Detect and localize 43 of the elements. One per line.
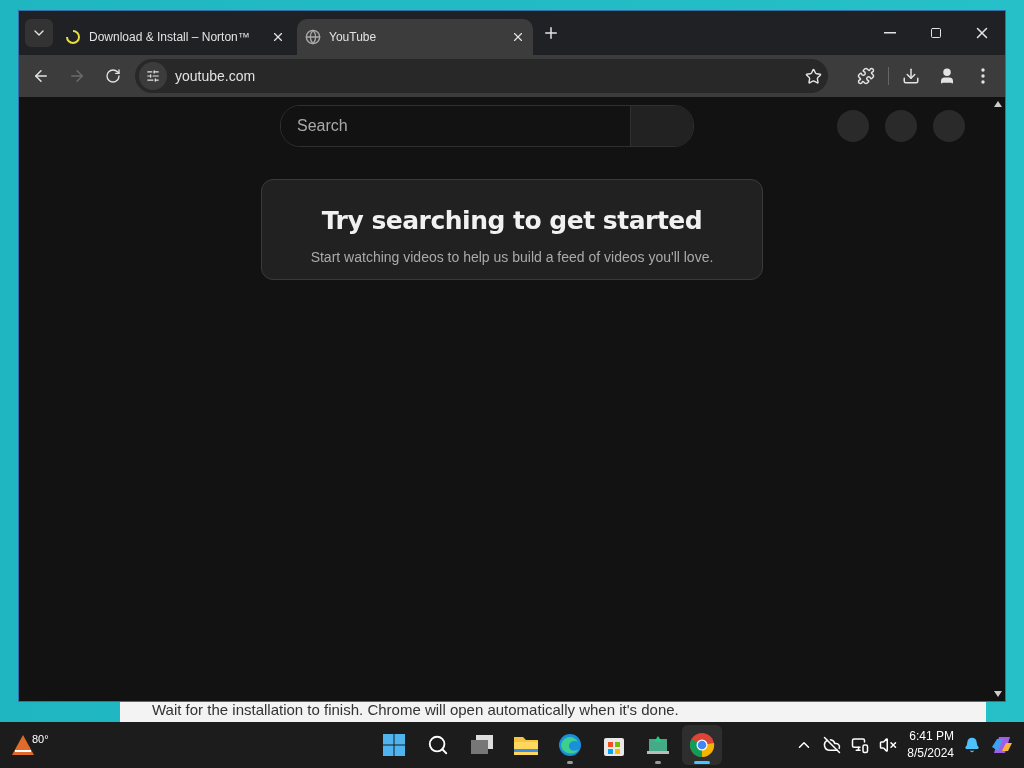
- tab-search-button[interactable]: [25, 19, 53, 47]
- site-settings-button[interactable]: [139, 62, 167, 90]
- address-bar[interactable]: youtube.com: [135, 59, 828, 93]
- download-icon: [902, 67, 920, 85]
- taskbar-app[interactable]: [681, 725, 722, 765]
- person-icon: [938, 67, 956, 85]
- placeholder-circle: [933, 110, 965, 142]
- globe-icon: [305, 29, 321, 45]
- search-icon: [426, 734, 449, 756]
- sliders-icon: [146, 69, 160, 83]
- menu-icon: [981, 68, 985, 84]
- clock[interactable]: 6:41 PM 8/5/2024: [907, 728, 954, 762]
- cloud-off-icon[interactable]: [823, 736, 842, 754]
- scroll-down-arrow-icon[interactable]: [994, 691, 1002, 697]
- edge-logo-icon: [557, 733, 582, 757]
- placeholder-circle: [885, 110, 917, 142]
- minimize-icon: [884, 32, 896, 34]
- close-tab-icon[interactable]: [511, 30, 525, 44]
- bookmark-star-icon[interactable]: [805, 67, 822, 85]
- network-icon[interactable]: [851, 736, 870, 754]
- loading-spinner-icon: [65, 29, 81, 45]
- close-tab-icon[interactable]: [271, 30, 285, 44]
- laptop-icon: [645, 734, 670, 756]
- chrome-logo-icon: [688, 732, 715, 758]
- placeholder-circle: [837, 110, 869, 142]
- windows-logo-icon: [381, 733, 406, 757]
- empty-state-message: Start watching videos to help us build a feed of videos you'll love.: [310, 249, 714, 265]
- folder-icon: [512, 734, 539, 756]
- forward-arrow-icon: [68, 67, 86, 85]
- empty-state-title: Try searching to get started: [321, 206, 703, 235]
- search-field[interactable]: Search: [280, 105, 694, 147]
- instruction-text: Wait for the installation to finish. Chrome will open automatically when it's done.: [152, 702, 679, 718]
- puzzle-icon: [857, 67, 875, 85]
- volume-muted-icon[interactable]: [879, 736, 898, 754]
- scroll-up-arrow-icon[interactable]: [994, 101, 1002, 107]
- browser-tab[interactable]: YouTube: [297, 19, 533, 55]
- browser-tab[interactable]: Download & Install – Norton™: [57, 19, 293, 55]
- notification-bell-icon[interactable]: [964, 737, 980, 753]
- windows-stack-icon: [468, 734, 495, 756]
- plus-icon: [542, 24, 560, 42]
- temperature-text: 80°: [32, 733, 49, 745]
- maximize-icon: [930, 27, 942, 39]
- reload-icon: [105, 68, 121, 84]
